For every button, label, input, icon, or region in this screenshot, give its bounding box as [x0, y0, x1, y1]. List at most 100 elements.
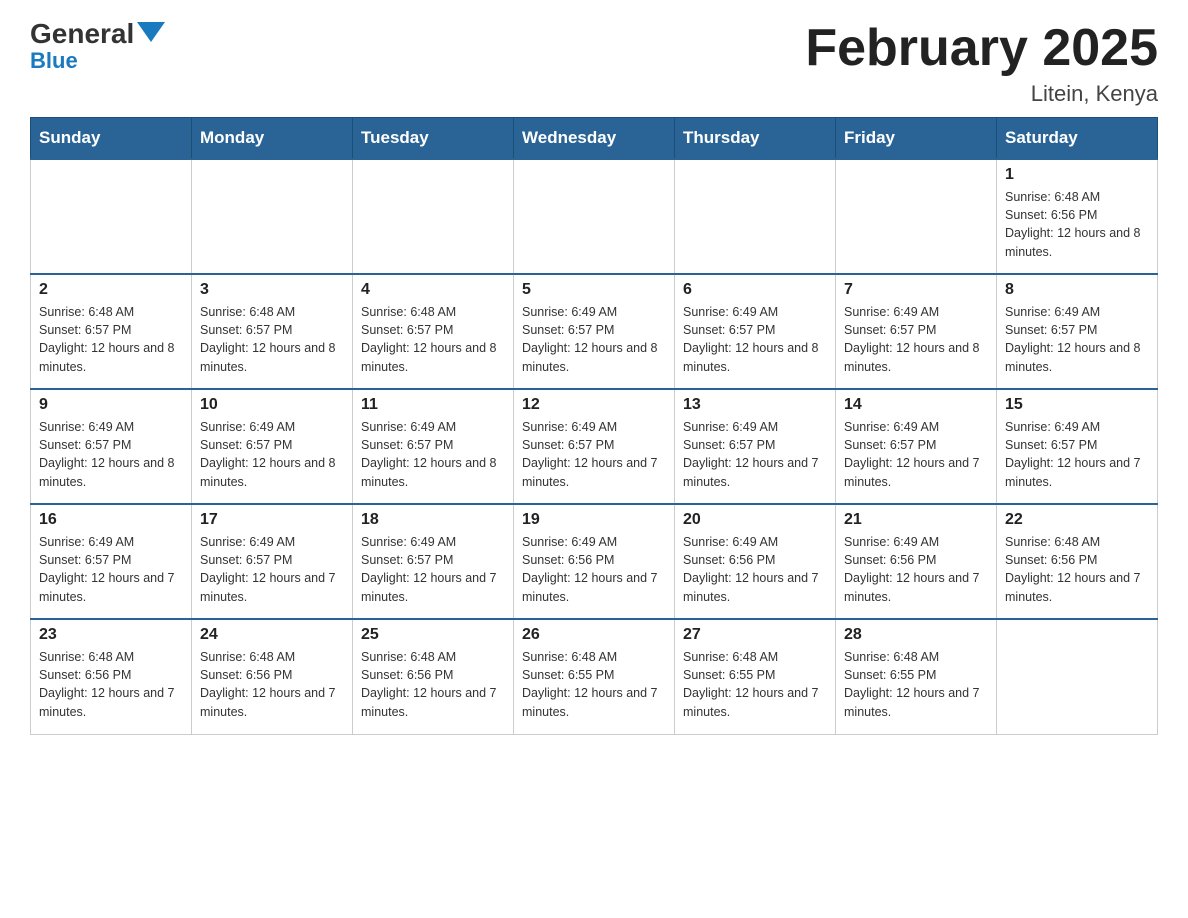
- table-row: 20 Sunrise: 6:49 AMSunset: 6:56 PMDayligh…: [675, 504, 836, 619]
- day-number: 14: [844, 396, 988, 414]
- table-row: [836, 159, 997, 274]
- calendar-week-row: 2 Sunrise: 6:48 AMSunset: 6:57 PMDaylight…: [31, 274, 1158, 389]
- day-number: 7: [844, 281, 988, 299]
- day-number: 2: [39, 281, 183, 299]
- calendar-table: Sunday Monday Tuesday Wednesday Thursday…: [30, 117, 1158, 735]
- calendar-week-row: 1 Sunrise: 6:48 AMSunset: 6:56 PMDaylight…: [31, 159, 1158, 274]
- logo-general-text: General: [30, 20, 134, 48]
- day-number: 6: [683, 281, 827, 299]
- col-thursday: Thursday: [675, 118, 836, 160]
- table-row: 18Sunrise: 6:49 AMSunset: 6:57 PMDayligh…: [353, 504, 514, 619]
- day-info: Sunrise: 6:49 AMSunset: 6:57 PMDaylight:…: [683, 303, 827, 376]
- table-row: 14 Sunrise: 6:49 AMSunset: 6:57 PMDayligh…: [836, 389, 997, 504]
- col-sunday: Sunday: [31, 118, 192, 160]
- table-row: 3Sunrise: 6:48 AMSunset: 6:57 PMDaylight…: [192, 274, 353, 389]
- table-row: [675, 159, 836, 274]
- table-row: [192, 159, 353, 274]
- day-info: Sunrise: 6:48 AMSunset: 6:55 PMDaylight:…: [683, 648, 827, 721]
- day-info: Sunrise: 6:49 AMSunset: 6:57 PMDaylight:…: [39, 418, 183, 491]
- table-row: 28 Sunrise: 6:48 AMSunset: 6:55 PMDayligh…: [836, 619, 997, 734]
- day-number: 28: [844, 626, 988, 644]
- table-row: 24Sunrise: 6:48 AMSunset: 6:56 PMDayligh…: [192, 619, 353, 734]
- day-number: 25: [361, 626, 505, 644]
- day-info: Sunrise: 6:49 AMSunset: 6:57 PMDaylight:…: [39, 533, 183, 606]
- table-row: 4Sunrise: 6:48 AMSunset: 6:57 PMDaylight…: [353, 274, 514, 389]
- day-info: Sunrise: 6:49 AMSunset: 6:56 PMDaylight:…: [683, 533, 827, 606]
- day-number: 11: [361, 396, 505, 414]
- day-number: 13: [683, 396, 827, 414]
- day-info: Sunrise: 6:48 AMSunset: 6:55 PMDaylight:…: [844, 648, 988, 721]
- day-info: Sunrise: 6:49 AMSunset: 6:57 PMDaylight:…: [683, 418, 827, 491]
- day-info: Sunrise: 6:48 AMSunset: 6:56 PMDaylight:…: [1005, 533, 1149, 606]
- table-row: 25 Sunrise: 6:48 AMSunset: 6:56 PMDayligh…: [353, 619, 514, 734]
- day-number: 26: [522, 626, 666, 644]
- calendar-week-row: 9 Sunrise: 6:49 AMSunset: 6:57 PMDaylight…: [31, 389, 1158, 504]
- day-info: Sunrise: 6:49 AMSunset: 6:57 PMDaylight:…: [844, 418, 988, 491]
- calendar-week-row: 23 Sunrise: 6:48 AMSunset: 6:56 PMDayligh…: [31, 619, 1158, 734]
- day-number: 3: [200, 281, 344, 299]
- day-number: 18: [361, 511, 505, 529]
- table-row: 16 Sunrise: 6:49 AMSunset: 6:57 PMDayligh…: [31, 504, 192, 619]
- table-row: 5 Sunrise: 6:49 AMSunset: 6:57 PMDaylight…: [514, 274, 675, 389]
- col-friday: Friday: [836, 118, 997, 160]
- table-row: 17 Sunrise: 6:49 AMSunset: 6:57 PMDayligh…: [192, 504, 353, 619]
- col-wednesday: Wednesday: [514, 118, 675, 160]
- page-header: General Blue February 2025 Litein, Kenya: [30, 20, 1158, 107]
- table-row: 1 Sunrise: 6:48 AMSunset: 6:56 PMDaylight…: [997, 159, 1158, 274]
- day-info: Sunrise: 6:49 AMSunset: 6:57 PMDaylight:…: [844, 303, 988, 376]
- day-info: Sunrise: 6:49 AMSunset: 6:57 PMDaylight:…: [522, 303, 666, 376]
- table-row: 8 Sunrise: 6:49 AMSunset: 6:57 PMDaylight…: [997, 274, 1158, 389]
- day-info: Sunrise: 6:49 AMSunset: 6:57 PMDaylight:…: [522, 418, 666, 491]
- day-number: 17: [200, 511, 344, 529]
- day-number: 9: [39, 396, 183, 414]
- day-number: 23: [39, 626, 183, 644]
- day-info: Sunrise: 6:49 AMSunset: 6:57 PMDaylight:…: [200, 533, 344, 606]
- day-number: 1: [1005, 166, 1149, 184]
- day-info: Sunrise: 6:49 AMSunset: 6:57 PMDaylight:…: [1005, 418, 1149, 491]
- table-row: 23Sunrise: 6:48 AMSunset: 6:56 PMDayligh…: [31, 619, 192, 734]
- table-row: 22 Sunrise: 6:48 AMSunset: 6:56 PMDayligh…: [997, 504, 1158, 619]
- col-tuesday: Tuesday: [353, 118, 514, 160]
- day-number: 12: [522, 396, 666, 414]
- table-row: 13 Sunrise: 6:49 AMSunset: 6:57 PMDayligh…: [675, 389, 836, 504]
- table-row: [514, 159, 675, 274]
- day-info: Sunrise: 6:49 AMSunset: 6:57 PMDaylight:…: [200, 418, 344, 491]
- day-info: Sunrise: 6:48 AMSunset: 6:56 PMDaylight:…: [361, 648, 505, 721]
- day-number: 22: [1005, 511, 1149, 529]
- day-number: 5: [522, 281, 666, 299]
- table-row: 10Sunrise: 6:49 AMSunset: 6:57 PMDayligh…: [192, 389, 353, 504]
- table-row: [31, 159, 192, 274]
- table-row: [353, 159, 514, 274]
- calendar-week-row: 16 Sunrise: 6:49 AMSunset: 6:57 PMDayligh…: [31, 504, 1158, 619]
- table-row: 27 Sunrise: 6:48 AMSunset: 6:55 PMDayligh…: [675, 619, 836, 734]
- day-info: Sunrise: 6:49 AMSunset: 6:57 PMDaylight:…: [361, 418, 505, 491]
- day-number: 19: [522, 511, 666, 529]
- day-number: 27: [683, 626, 827, 644]
- table-row: 6 Sunrise: 6:49 AMSunset: 6:57 PMDaylight…: [675, 274, 836, 389]
- table-row: 26 Sunrise: 6:48 AMSunset: 6:55 PMDayligh…: [514, 619, 675, 734]
- day-number: 8: [1005, 281, 1149, 299]
- table-row: [997, 619, 1158, 734]
- logo-blue-text: Blue: [30, 48, 78, 74]
- day-info: Sunrise: 6:48 AMSunset: 6:55 PMDaylight:…: [522, 648, 666, 721]
- day-number: 15: [1005, 396, 1149, 414]
- day-number: 16: [39, 511, 183, 529]
- day-number: 4: [361, 281, 505, 299]
- day-info: Sunrise: 6:49 AMSunset: 6:57 PMDaylight:…: [1005, 303, 1149, 376]
- table-row: 11 Sunrise: 6:49 AMSunset: 6:57 PMDayligh…: [353, 389, 514, 504]
- day-info: Sunrise: 6:48 AMSunset: 6:57 PMDaylight:…: [39, 303, 183, 376]
- day-info: Sunrise: 6:48 AMSunset: 6:56 PMDaylight:…: [200, 648, 344, 721]
- table-row: 19Sunrise: 6:49 AMSunset: 6:56 PMDayligh…: [514, 504, 675, 619]
- table-row: 15 Sunrise: 6:49 AMSunset: 6:57 PMDayligh…: [997, 389, 1158, 504]
- col-monday: Monday: [192, 118, 353, 160]
- table-row: 12 Sunrise: 6:49 AMSunset: 6:57 PMDayligh…: [514, 389, 675, 504]
- day-number: 20: [683, 511, 827, 529]
- title-block: February 2025 Litein, Kenya: [805, 20, 1158, 107]
- month-title: February 2025: [805, 20, 1158, 77]
- day-number: 21: [844, 511, 988, 529]
- calendar-header-row: Sunday Monday Tuesday Wednesday Thursday…: [31, 118, 1158, 160]
- table-row: 21Sunrise: 6:49 AMSunset: 6:56 PMDayligh…: [836, 504, 997, 619]
- table-row: 9 Sunrise: 6:49 AMSunset: 6:57 PMDaylight…: [31, 389, 192, 504]
- logo: General Blue: [30, 20, 165, 74]
- day-info: Sunrise: 6:48 AMSunset: 6:56 PMDaylight:…: [1005, 188, 1149, 261]
